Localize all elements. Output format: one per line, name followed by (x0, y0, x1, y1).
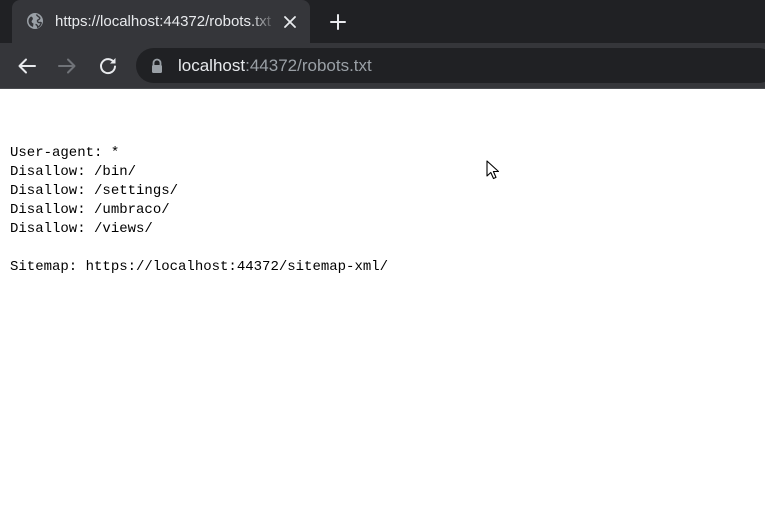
address-bar[interactable]: localhost:44372/robots.txt (136, 48, 765, 83)
arrow-right-icon (58, 58, 76, 74)
text-line: Sitemap: https://localhost:44372/sitemap… (10, 259, 389, 275)
globe-icon (26, 12, 44, 30)
reload-icon (100, 58, 116, 75)
browser-toolbar: localhost:44372/robots.txt (0, 43, 765, 88)
text-line: Disallow: /views/ (10, 221, 153, 237)
arrow-left-icon (18, 58, 36, 74)
close-tab-icon[interactable] (280, 12, 300, 32)
reload-button[interactable] (95, 53, 121, 79)
plus-icon (329, 13, 346, 30)
back-button[interactable] (14, 53, 40, 79)
tab-strip: https://localhost:44372/robots.txt (0, 0, 765, 43)
text-line: Disallow: /bin/ (10, 164, 137, 180)
text-line: User-agent: * (10, 145, 120, 161)
browser-tab[interactable]: https://localhost:44372/robots.txt (12, 0, 310, 43)
robots-txt-content: User-agent: * Disallow: /bin/Disallow: /s… (10, 144, 388, 277)
text-line (10, 239, 388, 258)
new-tab-button[interactable] (325, 9, 350, 34)
page-content: User-agent: * Disallow: /bin/Disallow: /s… (0, 89, 765, 523)
forward-button[interactable] (54, 53, 80, 79)
text-line: Disallow: /settings/ (10, 183, 179, 199)
url-host: localhost (178, 56, 246, 75)
tab-title: https://localhost:44372/robots.txt (55, 13, 271, 30)
text-line: Disallow: /umbraco/ (10, 202, 170, 218)
url-text[interactable]: localhost:44372/robots.txt (178, 56, 372, 76)
url-path: :44372/robots.txt (245, 56, 372, 75)
lock-icon[interactable] (150, 58, 164, 74)
